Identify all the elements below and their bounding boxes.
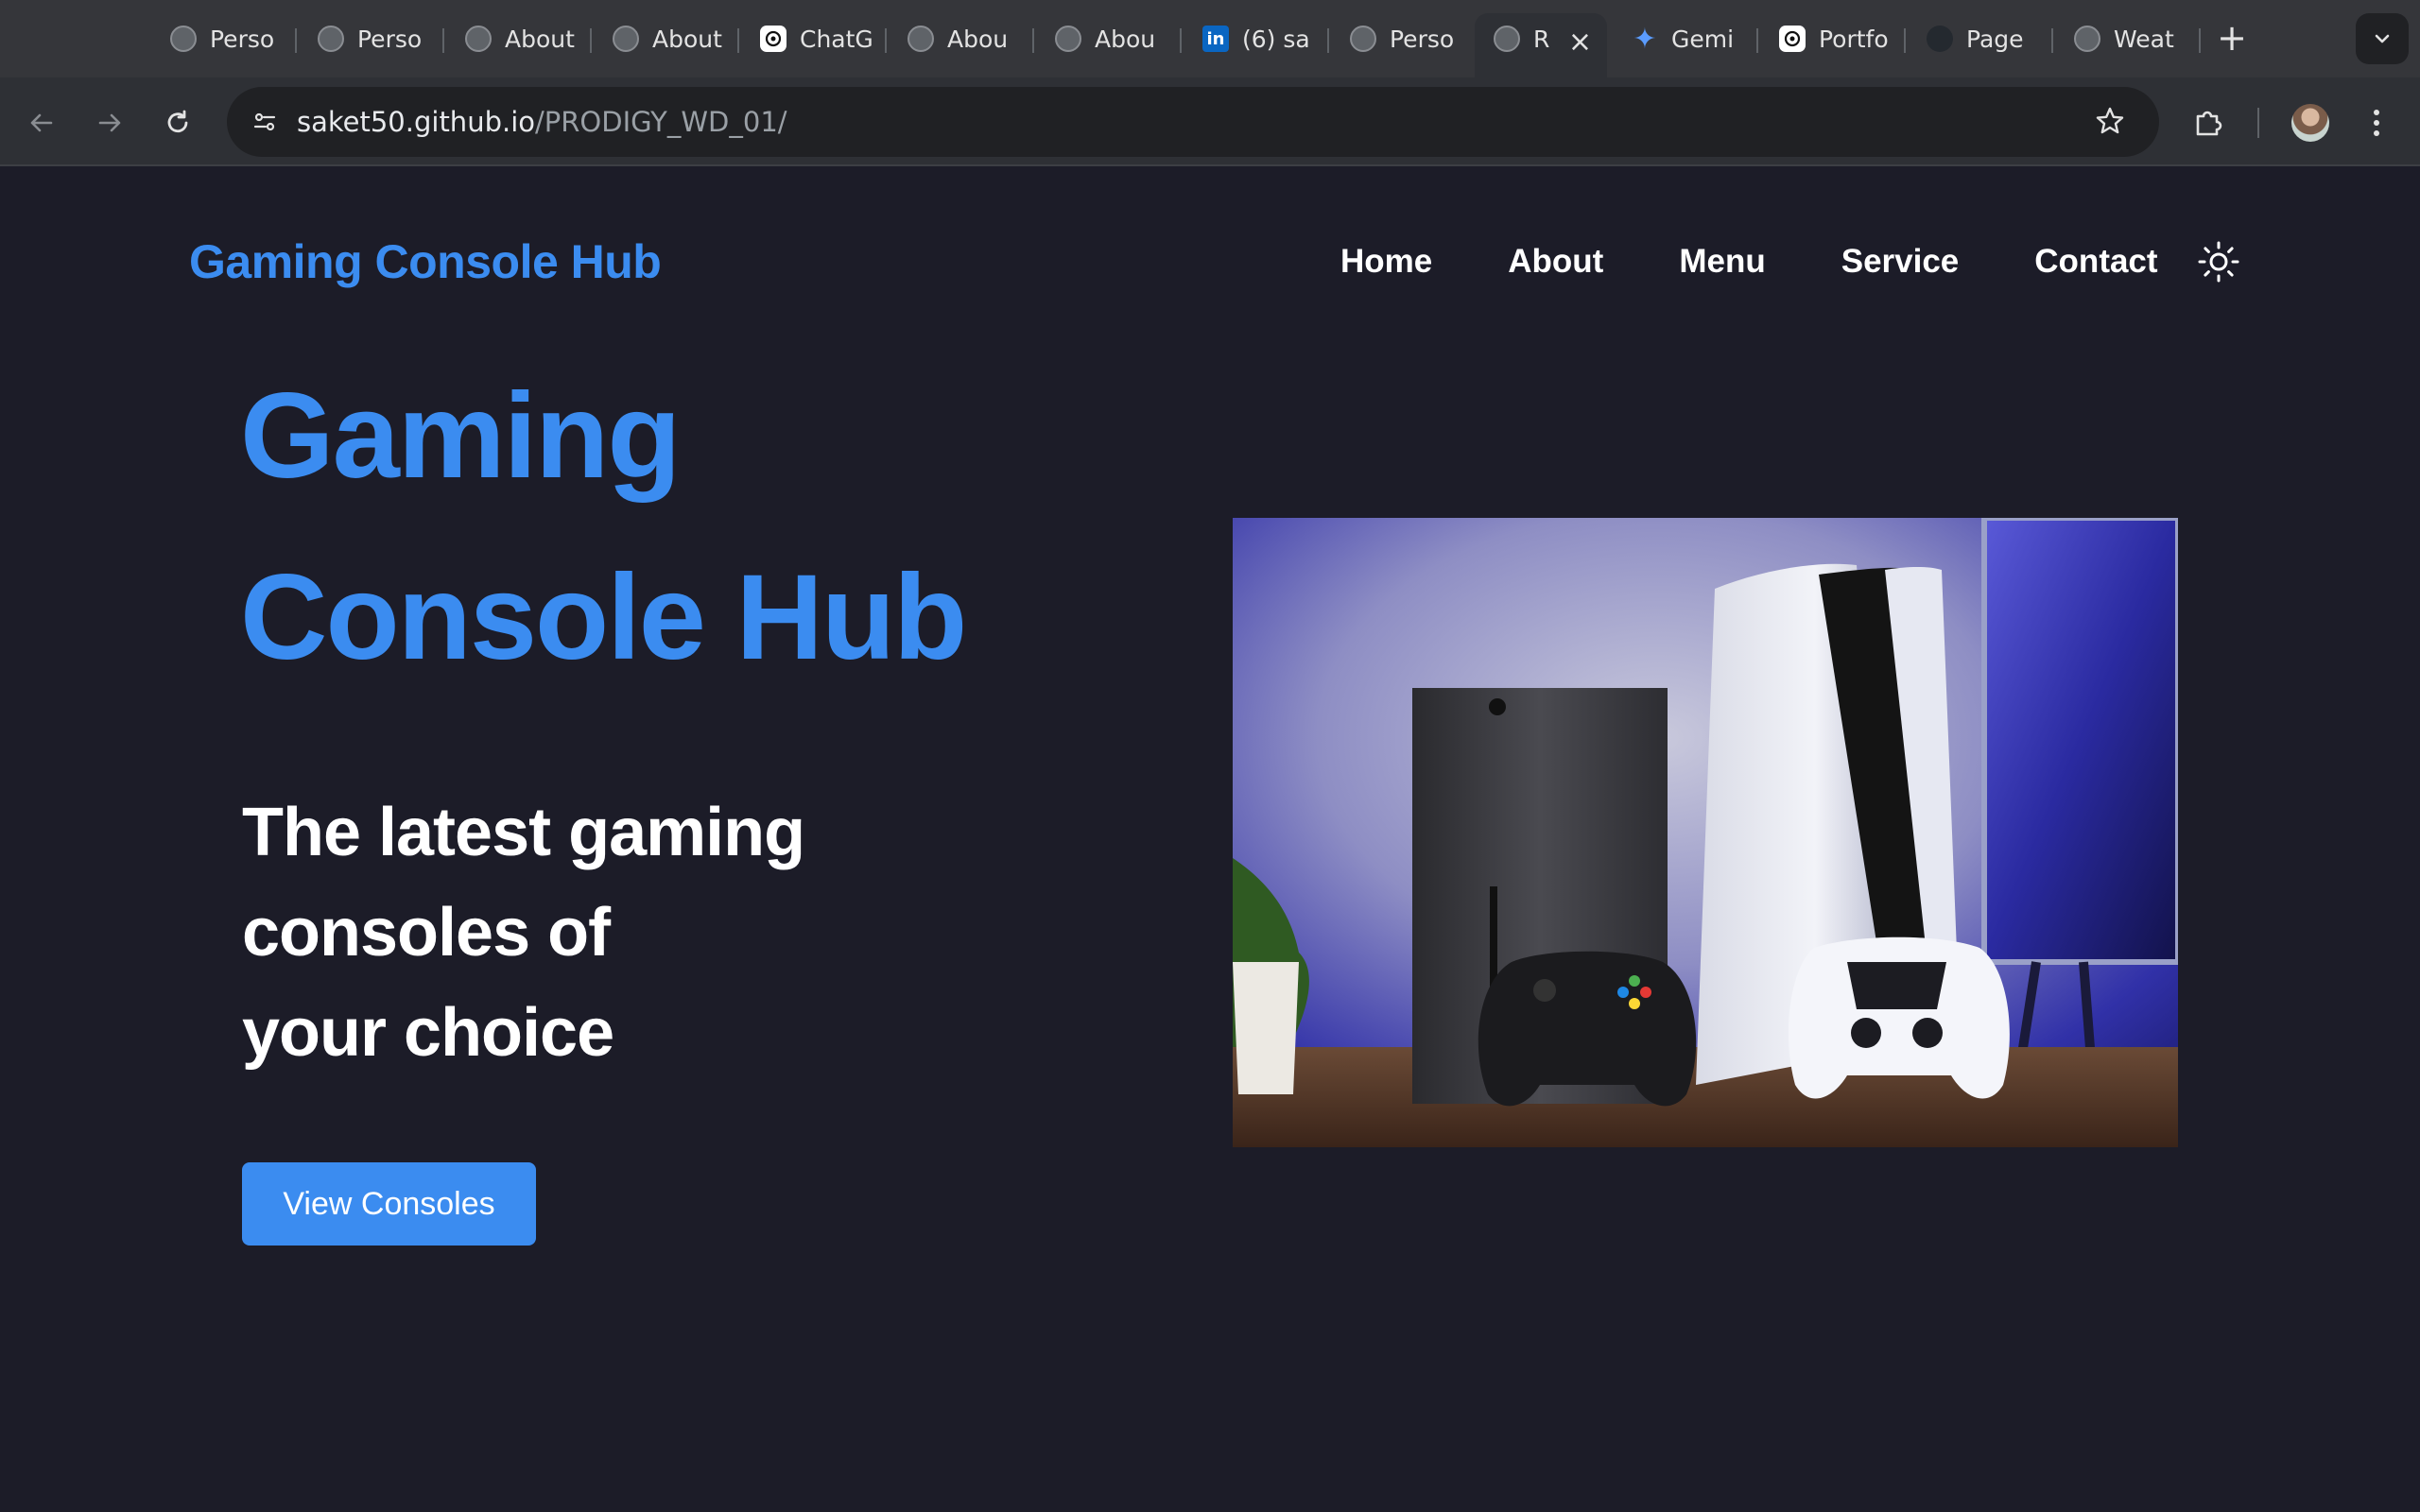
hero-subtitle-line: your choice bbox=[242, 995, 614, 1071]
tab-separator bbox=[1032, 28, 1034, 53]
linkedin-icon: in bbox=[1202, 26, 1229, 52]
site-settings-icon[interactable] bbox=[244, 101, 285, 143]
browser-tab[interactable]: About bbox=[446, 13, 588, 64]
hero-subtitle-line: The latest gaming bbox=[242, 795, 805, 870]
browser-tab[interactable]: Perso bbox=[1331, 13, 1473, 64]
globe-icon bbox=[613, 26, 639, 52]
chatgpt-icon bbox=[760, 26, 786, 52]
web-page: Gaming Console Hub Home About Menu Servi… bbox=[0, 166, 2420, 1512]
address-bar[interactable]: saket50.github.io/PRODIGY_WD_01/ bbox=[227, 87, 2159, 157]
new-tab-plus-icon[interactable]: + bbox=[2210, 17, 2254, 60]
forward-arrow-icon[interactable] bbox=[87, 100, 132, 146]
url-text[interactable]: saket50.github.io/PRODIGY_WD_01/ bbox=[297, 104, 787, 140]
globe-icon bbox=[1350, 26, 1376, 52]
globe-icon bbox=[908, 26, 934, 52]
tab-title: Page bbox=[1966, 25, 2024, 53]
globe-icon bbox=[2074, 26, 2100, 52]
tab-separator bbox=[1904, 28, 1906, 53]
browser-tab-active[interactable]: R × bbox=[1475, 13, 1607, 77]
globe-icon bbox=[1055, 26, 1081, 52]
toolbar-divider bbox=[2257, 108, 2259, 138]
extensions-puzzle-icon[interactable] bbox=[2186, 100, 2231, 146]
tab-separator bbox=[737, 28, 739, 53]
tab-separator bbox=[885, 28, 887, 53]
nav-link-menu[interactable]: Menu bbox=[1679, 243, 1765, 281]
url-host: saket50.github.io bbox=[297, 106, 535, 138]
tab-title: Weat bbox=[2114, 25, 2174, 53]
tab-title: Abou bbox=[947, 25, 1009, 53]
tab-separator bbox=[1327, 28, 1329, 53]
tab-title: About bbox=[652, 25, 722, 53]
browser-tab[interactable]: Portfo bbox=[1760, 13, 1902, 64]
tab-separator bbox=[295, 28, 297, 53]
browser-tab[interactable]: Abou bbox=[1036, 13, 1178, 64]
browser-tab[interactable]: ✦ Gemi bbox=[1613, 13, 1754, 64]
tab-title: Abou bbox=[1095, 25, 1156, 53]
tab-separator bbox=[2051, 28, 2053, 53]
profile-avatar[interactable] bbox=[2291, 104, 2329, 142]
tab-title: Portfo bbox=[1819, 25, 1889, 53]
bookmark-star-icon[interactable] bbox=[2089, 100, 2131, 142]
browser-toolbar: saket50.github.io/PRODIGY_WD_01/ bbox=[0, 77, 2420, 166]
browser-tab[interactable]: Weat bbox=[2055, 13, 2197, 64]
url-path: /PRODIGY_WD_01/ bbox=[535, 106, 787, 138]
globe-icon bbox=[1494, 26, 1520, 52]
site-nav: Home About Menu Service Contact bbox=[1340, 238, 2241, 285]
tab-title: (6) sa bbox=[1242, 25, 1310, 53]
hero-title: Gaming Console Hub bbox=[240, 369, 1185, 813]
globe-icon bbox=[318, 26, 344, 52]
site-logo[interactable]: Gaming Console Hub bbox=[189, 234, 662, 289]
tab-title: Gemi bbox=[1671, 25, 1735, 53]
nav-link-service[interactable]: Service bbox=[1841, 243, 1960, 281]
globe-icon bbox=[170, 26, 197, 52]
tab-title: ChatG bbox=[800, 25, 873, 53]
tab-separator bbox=[442, 28, 444, 53]
github-icon bbox=[1927, 26, 1953, 52]
close-tab-icon[interactable]: × bbox=[1568, 26, 1592, 59]
browser-tab[interactable]: Abou bbox=[889, 13, 1030, 64]
kebab-menu-icon[interactable] bbox=[2354, 100, 2399, 146]
nav-link-contact[interactable]: Contact bbox=[2034, 243, 2157, 281]
tab-search-chevron-icon[interactable] bbox=[2356, 13, 2409, 64]
sun-icon[interactable] bbox=[2196, 239, 2241, 284]
browser-tab[interactable]: in (6) sa bbox=[1184, 13, 1325, 64]
globe-icon bbox=[465, 26, 492, 52]
tab-separator bbox=[1180, 28, 1182, 53]
tab-title: About bbox=[505, 25, 575, 53]
hero-title-line: Console Hub bbox=[240, 550, 967, 685]
back-arrow-icon[interactable] bbox=[19, 100, 64, 146]
hero-console-image bbox=[1233, 518, 2178, 1147]
chatgpt-icon bbox=[1779, 26, 1806, 52]
browser-tab[interactable]: About bbox=[594, 13, 735, 64]
tab-title: R bbox=[1533, 26, 1550, 53]
reload-icon[interactable] bbox=[155, 100, 200, 146]
browser-tab-strip: Perso Perso About About ChatG Abou Abou … bbox=[0, 0, 2420, 77]
tab-title: Perso bbox=[1390, 25, 1455, 53]
hero-subtitle: The latest gaming consoles of your choic… bbox=[242, 782, 998, 1083]
tab-separator bbox=[1756, 28, 1758, 53]
browser-tab[interactable]: ChatG bbox=[741, 13, 883, 64]
browser-tab[interactable]: Page bbox=[1908, 13, 2049, 64]
tab-separator bbox=[2199, 28, 2201, 53]
nav-link-about[interactable]: About bbox=[1508, 243, 1603, 281]
tab-separator bbox=[590, 28, 592, 53]
tab-title: Perso bbox=[210, 25, 275, 53]
hero-subtitle-line: consoles of bbox=[242, 895, 611, 971]
nav-link-home[interactable]: Home bbox=[1340, 243, 1432, 281]
browser-tab[interactable]: Perso bbox=[151, 13, 284, 64]
tab-title: Perso bbox=[357, 25, 423, 53]
gemini-icon: ✦ bbox=[1633, 22, 1657, 56]
browser-tab[interactable]: Perso bbox=[299, 13, 441, 64]
view-consoles-button[interactable]: View Consoles bbox=[242, 1162, 536, 1246]
hero-title-line: Gaming bbox=[240, 369, 682, 504]
